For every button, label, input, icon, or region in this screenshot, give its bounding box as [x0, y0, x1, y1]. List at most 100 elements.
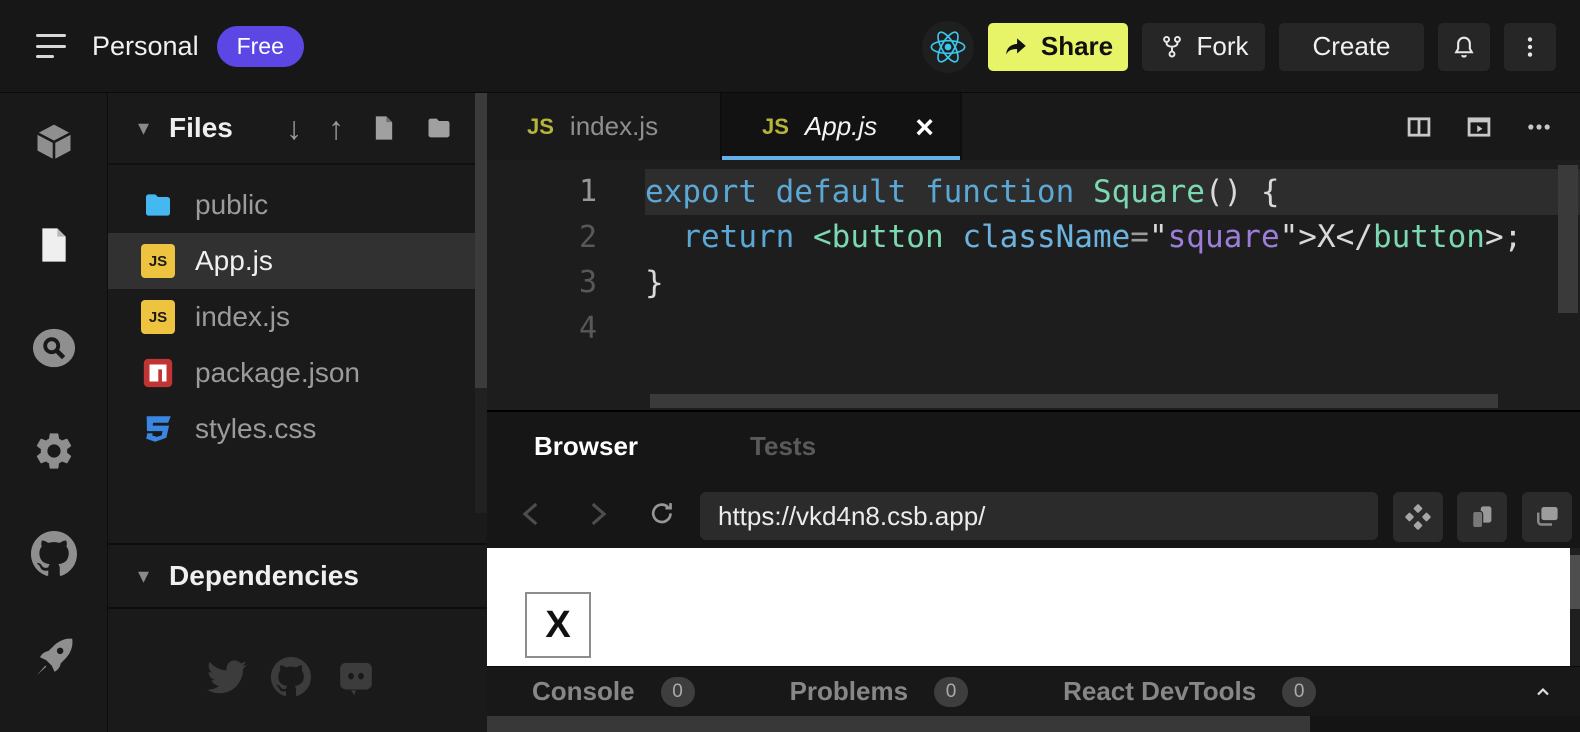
deploy-rocket-icon[interactable]: [31, 634, 77, 680]
chevron-down-icon[interactable]: ▾: [138, 115, 149, 141]
browser-nav-bar: https://vkd4n8.csb.app/: [487, 480, 1580, 548]
code-line-4: 4: [487, 306, 1580, 352]
codesandbox-window: Personal Free Share: [0, 0, 1580, 732]
react-logo-icon: [922, 21, 974, 73]
tab-app-js[interactable]: JS App.js ×: [722, 93, 962, 160]
split-preview-button[interactable]: [1457, 492, 1507, 542]
kebab-menu-icon: [1517, 34, 1543, 60]
square-x-button[interactable]: X: [525, 592, 591, 658]
settings-gear-icon[interactable]: [31, 428, 77, 474]
css-file-icon: [141, 412, 175, 446]
editor-vertical-scrollbar[interactable]: [1558, 165, 1578, 313]
topbar-actions: Share Fork Create: [922, 0, 1556, 93]
code-area[interactable]: 1 export default function Square() { 2 r…: [487, 160, 1580, 410]
devtools-scrollbar[interactable]: [487, 716, 1580, 732]
line-number: 2: [487, 220, 645, 255]
line-number: 4: [487, 311, 645, 346]
menu-icon[interactable]: [36, 34, 66, 58]
upload-icon[interactable]: ↑: [328, 112, 344, 144]
code-editor: JS index.js JS App.js ×: [487, 93, 1580, 410]
js-tab-icon: JS: [527, 114, 554, 140]
workspace-name[interactable]: Personal: [92, 31, 199, 62]
file-name: package.json: [195, 357, 360, 389]
file-row-app-js[interactable]: JS App.js: [108, 233, 487, 289]
split-view-icon[interactable]: [1404, 113, 1434, 141]
console-tab[interactable]: Console 0: [532, 676, 695, 707]
github-icon[interactable]: [31, 531, 77, 577]
react-devtools-tab[interactable]: React DevTools 0: [1063, 676, 1316, 707]
activity-bar: [0, 93, 107, 732]
notifications-button[interactable]: [1438, 23, 1490, 71]
dependencies-title: Dependencies: [169, 560, 359, 592]
panes-icon: [1467, 502, 1497, 532]
file-row-styles-css[interactable]: styles.css: [108, 401, 487, 457]
new-folder-icon[interactable]: [424, 114, 454, 142]
file-name: styles.css: [195, 413, 316, 445]
editor-more-icon[interactable]: [1524, 113, 1554, 141]
file-name: public: [195, 189, 268, 221]
editor-toolbar: [1404, 93, 1580, 160]
explorer-scrollbar[interactable]: [475, 93, 487, 513]
editor-tab-bar: JS index.js JS App.js ×: [487, 93, 1580, 160]
files-section-header[interactable]: ▾ Files ↓ ↑: [108, 93, 487, 165]
problems-count-badge: 0: [934, 677, 968, 707]
js-tab-icon: JS: [762, 114, 789, 140]
chevron-down-icon[interactable]: ▾: [138, 563, 149, 589]
files-panel-icon[interactable]: [31, 222, 77, 268]
code-line-3: 3 }: [487, 260, 1580, 306]
preview-pane-icon[interactable]: [1464, 113, 1494, 141]
react-devtools-count-badge: 0: [1282, 677, 1316, 707]
refresh-icon[interactable]: [642, 494, 682, 534]
file-name: App.js: [195, 245, 273, 277]
line-number: 3: [487, 265, 645, 300]
fork-button[interactable]: Fork: [1142, 23, 1265, 71]
problems-tab[interactable]: Problems 0: [790, 676, 969, 707]
tab-tests[interactable]: Tests: [750, 431, 816, 462]
files-title: Files: [169, 112, 233, 144]
share-button[interactable]: Share: [988, 23, 1128, 71]
create-button[interactable]: Create: [1279, 23, 1424, 71]
new-file-icon[interactable]: [370, 113, 398, 143]
discord-icon[interactable]: [335, 657, 377, 697]
dependencies-section-header[interactable]: ▾ Dependencies: [108, 543, 488, 609]
github-link-icon[interactable]: [271, 657, 311, 697]
file-row-index-js[interactable]: JS index.js: [108, 289, 487, 345]
tab-browser[interactable]: Browser: [534, 431, 638, 462]
preview-scrollbar[interactable]: [1570, 548, 1580, 666]
sandbox-cube-icon[interactable]: [31, 119, 77, 165]
responsive-preview-button[interactable]: [1393, 492, 1443, 542]
code-line-1: 1 export default function Square() {: [487, 169, 1580, 215]
browser-viewport: X: [487, 548, 1570, 666]
files-actions: ↓ ↑: [286, 112, 454, 144]
file-row-public[interactable]: public: [108, 177, 487, 233]
back-icon[interactable]: [512, 494, 552, 534]
npm-file-icon: [141, 356, 175, 390]
file-explorer-panel: ▾ Files ↓ ↑ public JS: [107, 93, 487, 732]
close-tab-icon[interactable]: ×: [915, 111, 934, 143]
plan-badge: Free: [217, 26, 304, 67]
bell-icon: [1450, 33, 1478, 61]
console-count-badge: 0: [661, 677, 695, 707]
preview-panel: Browser Tests https://vkd4n8.csb.app/: [487, 410, 1580, 732]
file-name: index.js: [195, 301, 290, 333]
twitter-icon[interactable]: [207, 657, 247, 697]
social-links: [108, 633, 476, 697]
folder-icon: [141, 189, 175, 221]
expand-devtools-icon[interactable]: [1532, 682, 1554, 702]
open-new-window-button[interactable]: [1522, 492, 1572, 542]
forward-icon[interactable]: [577, 494, 617, 534]
tab-index-js[interactable]: JS index.js: [487, 93, 722, 160]
js-file-icon: JS: [141, 244, 175, 278]
download-icon[interactable]: ↓: [286, 112, 302, 144]
devtools-bar: Console 0 Problems 0 React DevTools 0: [487, 666, 1580, 716]
more-menu-button[interactable]: [1504, 23, 1556, 71]
url-input[interactable]: https://vkd4n8.csb.app/: [700, 492, 1378, 540]
file-row-package-json[interactable]: package.json: [108, 345, 487, 401]
search-icon[interactable]: [31, 325, 77, 371]
editor-horizontal-scrollbar[interactable]: [650, 394, 1498, 408]
preview-tab-bar: Browser Tests: [487, 412, 816, 480]
fork-icon: [1159, 34, 1185, 60]
file-list: public JS App.js JS index.js package.jso…: [108, 165, 487, 457]
top-bar: Personal Free Share: [0, 0, 1580, 93]
line-number: 1: [487, 174, 645, 209]
